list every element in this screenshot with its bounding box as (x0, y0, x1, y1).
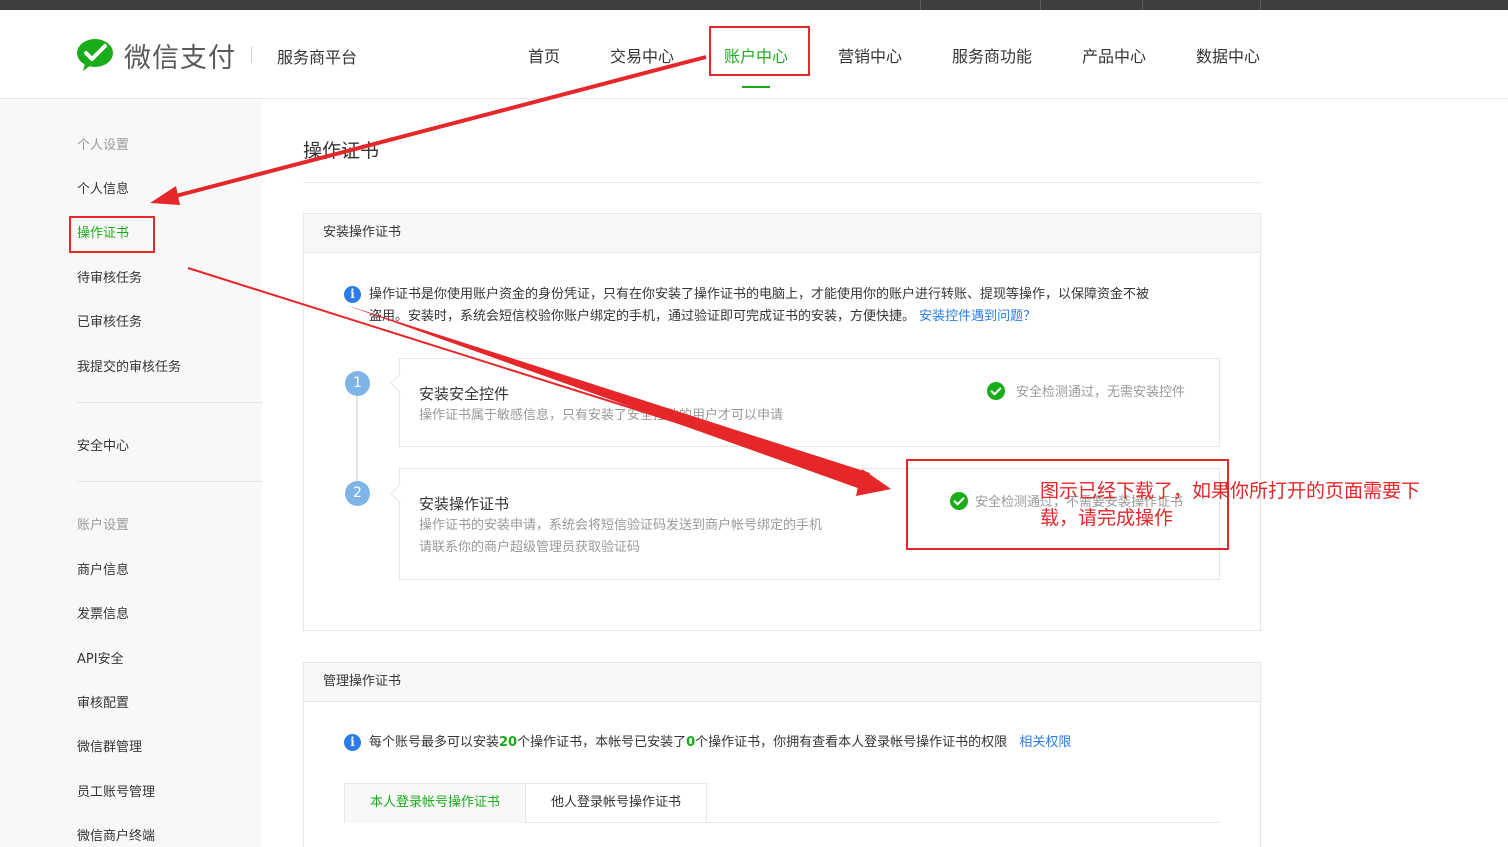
annotation-highlight-box (709, 26, 810, 76)
sidebar-item-my-submitted[interactable]: 我提交的审核任务 (77, 356, 181, 375)
tab-my-certificates[interactable]: 本人登录帐号操作证书 (344, 783, 526, 823)
sidebar-item-merchant-terminal[interactable]: 微信商户终端 (77, 825, 155, 844)
step-title: 安装操作证书 (419, 495, 510, 513)
wechat-pay-logo-icon[interactable] (76, 38, 114, 72)
step-status: 安全检测通过，无需安装控件 (1016, 385, 1186, 400)
manage-notice-text: 每个账号最多可以安装 (369, 735, 500, 750)
step-number: 2 (345, 481, 370, 506)
top-bar-divider (920, 0, 921, 10)
sidebar-item-pending-review[interactable]: 待审核任务 (77, 267, 142, 286)
permissions-link[interactable]: 相关权限 (1019, 735, 1071, 750)
sidebar-item-wechat-group[interactable]: 微信群管理 (77, 736, 142, 755)
max-certificate-count: 20 (499, 735, 518, 750)
step-description: 操作证书的安装申请，系统会将短信验证码发送到商户帐号绑定的手机 (419, 518, 823, 533)
sidebar-item-invoice-info[interactable]: 发票信息 (77, 603, 129, 622)
annotation-highlight-box (69, 216, 155, 253)
install-notice-line2: 盗用。安装时，系统会短信校验你账户绑定的手机，通过验证即可完成证书的安装，方便快… (369, 306, 1229, 328)
tab-others-certificates[interactable]: 他人登录帐号操作证书 (525, 783, 707, 823)
sidebar-item-personal-info[interactable]: 个人信息 (77, 178, 129, 197)
step-connector (356, 396, 358, 494)
platform-name: 服务商平台 (277, 48, 358, 67)
install-help-link[interactable]: 安装控件遇到问题？ (919, 309, 1036, 324)
step-description: 操作证书属于敏感信息，只有安装了安全控件的用户才可以申请 (419, 408, 784, 423)
sidebar-divider (77, 481, 262, 482)
manage-notice-text: 个操作证书，你拥有查看本人登录帐号操作证书的权限 (695, 735, 1008, 750)
panel-title: 安装操作证书 (304, 214, 1260, 253)
panel-title: 管理操作证书 (304, 663, 1260, 702)
nav-transactions[interactable]: 交易中心 (610, 43, 674, 67)
sidebar-item-merchant-info[interactable]: 商户信息 (77, 559, 129, 578)
nav-products[interactable]: 产品中心 (1082, 43, 1146, 67)
installed-certificate-count: 0 (686, 735, 696, 750)
nav-provider-functions[interactable]: 服务商功能 (952, 43, 1032, 67)
sidebar-item-reviewed[interactable]: 已审核任务 (77, 311, 142, 330)
title-divider (303, 182, 1261, 183)
sidebar: 个人设置 个人信息 操作证书 待审核任务 已审核任务 我提交的审核任务 安全中心… (0, 100, 262, 847)
top-bar-divider (1040, 0, 1041, 10)
annotation-note: 图示已经下载了，如果你所打开的页面需要下载，请完成操作 (1040, 480, 1421, 529)
nav-data[interactable]: 数据中心 (1196, 43, 1260, 67)
info-icon: i (344, 734, 361, 751)
install-notice: 操作证书是你使用账户资金的身份凭证，只有在你安装了操作证书的电脑上，才能使用你的… (369, 284, 1229, 328)
sidebar-group-account: 账户设置 (77, 518, 130, 533)
sidebar-item-review-config[interactable]: 审核配置 (77, 692, 129, 711)
step-description: 请联系你的商户超级管理员获取验证码 (419, 540, 641, 555)
sidebar-item-staff-accounts[interactable]: 员工账号管理 (77, 781, 155, 800)
install-notice-line1: 操作证书是你使用账户资金的身份凭证，只有在你安装了操作证书的电脑上，才能使用你的… (369, 287, 1150, 302)
top-bar-divider (1260, 0, 1261, 10)
top-bar-divider (1142, 0, 1143, 10)
check-circle-icon (987, 382, 1005, 400)
top-bar (0, 0, 1508, 10)
manage-notice: 每个账号最多可以安装20个操作证书，本帐号已安装了0个操作证书，你拥有查看本人登… (369, 732, 1071, 754)
step-install-control (399, 358, 1220, 447)
nav-active-indicator (742, 86, 770, 88)
sidebar-group-personal: 个人设置 (77, 138, 130, 153)
sidebar-item-security-center[interactable]: 安全中心 (77, 435, 129, 454)
nav-home[interactable]: 首页 (528, 43, 560, 67)
info-icon: i (344, 286, 361, 303)
install-notice-line2-text: 盗用。安装时，系统会短信校验你账户绑定的手机，通过验证即可完成证书的安装，方便快… (369, 309, 916, 324)
sidebar-divider (77, 402, 262, 403)
page-title: 操作证书 (303, 140, 380, 162)
header-divider (251, 47, 252, 63)
step-number: 1 (345, 371, 370, 396)
sidebar-item-api-security[interactable]: API安全 (77, 648, 124, 667)
nav-marketing[interactable]: 营销中心 (838, 43, 902, 67)
step-title: 安装安全控件 (419, 385, 510, 403)
manage-notice-text: 个操作证书，本帐号已安装了 (517, 735, 687, 750)
brand-name: 微信支付 (124, 43, 236, 74)
